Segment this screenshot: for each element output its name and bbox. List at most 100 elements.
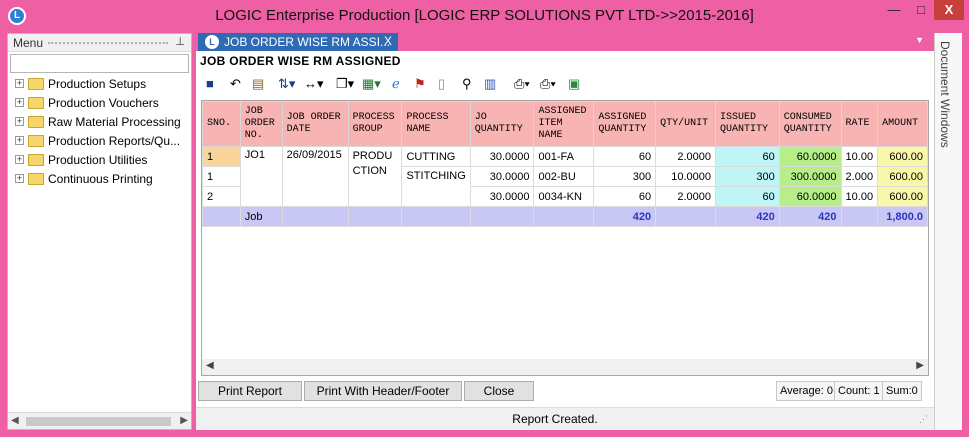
cell-process-group[interactable]: PRODUCTION <box>347 146 403 207</box>
pin-icon[interactable]: ⊥ <box>175 35 185 48</box>
cell-process-name[interactable]: CUTTING <box>401 146 471 167</box>
cell-amount[interactable]: 600.00 <box>877 146 928 167</box>
print-with-header-footer-button[interactable]: Print With Header/Footer <box>304 381 462 401</box>
cell-jo-quantity[interactable]: 30.0000 <box>469 166 535 187</box>
cell-jo-quantity[interactable]: 30.0000 <box>469 186 535 207</box>
cell-assigned-quantity[interactable]: 300 <box>593 166 657 187</box>
expand-icon[interactable]: + <box>15 174 24 184</box>
cell-issued-quantity[interactable]: 300 <box>715 166 780 187</box>
scroll-left-icon[interactable]: ◀ <box>206 360 214 371</box>
col-jo-quantity[interactable]: JO QUANTITY <box>469 101 535 147</box>
minimize-button[interactable]: — <box>880 0 908 20</box>
save-icon[interactable]: ■ <box>206 76 214 92</box>
col-issued-quantity[interactable]: ISSUED QUANTITY <box>715 101 780 147</box>
print-report-button[interactable]: Print Report <box>198 381 302 401</box>
col-sno[interactable]: SNO. <box>202 101 241 147</box>
cell-rate[interactable]: 10.00 <box>840 146 879 167</box>
copy-icon[interactable]: ❐▾ <box>336 76 354 92</box>
cell-item-name[interactable]: 001-FA <box>533 146 595 167</box>
document-windows-label[interactable]: Document Windows <box>938 41 952 148</box>
sort-icon[interactable]: ⇅▾ <box>278 76 295 92</box>
folder-icon <box>28 134 44 147</box>
cell-consumed-quantity[interactable]: 300.0000 <box>778 166 842 187</box>
tree-item-production-setups[interactable]: + Production Setups <box>15 76 146 94</box>
report-grid[interactable]: SNO. JOB ORDER NO. JOB ORDER DATE PROCES… <box>201 100 929 376</box>
blank-page-icon[interactable]: ▯ <box>438 76 445 92</box>
column-width-icon[interactable]: ↔▾ <box>304 76 324 92</box>
cell-amount[interactable]: 600.00 <box>877 186 928 207</box>
drag-handle[interactable] <box>48 42 168 44</box>
cell-assigned-quantity[interactable]: 60 <box>593 146 657 167</box>
tree-item-production-vouchers[interactable]: + Production Vouchers <box>15 95 159 113</box>
chart-icon[interactable]: ▥ <box>484 76 496 92</box>
expand-icon[interactable]: + <box>15 136 24 146</box>
close-window-button[interactable]: X <box>934 0 964 20</box>
scrollbar-thumb[interactable] <box>26 417 171 426</box>
undo-icon[interactable]: ↶ <box>230 76 241 92</box>
cell-qty-unit[interactable]: 2.0000 <box>655 146 717 167</box>
scroll-left-icon[interactable]: ◀ <box>11 415 19 426</box>
col-amount[interactable]: AMOUNT <box>877 101 928 147</box>
grid-horizontal-scrollbar[interactable]: ◀ ▶ <box>202 359 928 375</box>
cell-qty-unit[interactable]: 10.0000 <box>655 166 717 187</box>
cell-rate[interactable]: 10.00 <box>840 186 879 207</box>
col-qty-unit[interactable]: QTY/UNIT <box>655 101 717 147</box>
expand-icon[interactable]: + <box>15 98 24 108</box>
expand-icon[interactable]: + <box>15 155 24 165</box>
find-icon[interactable]: ⚲ <box>462 76 472 92</box>
cell-rate[interactable]: 2.000 <box>840 166 879 187</box>
col-assigned-quantity[interactable]: ASSIGNED QUANTITY <box>593 101 657 147</box>
expand-icon[interactable]: + <box>15 117 24 127</box>
menu-horizontal-scrollbar[interactable]: ◀ ▶ <box>8 412 191 429</box>
tab-close-icon[interactable]: X <box>384 34 392 48</box>
cell-sno[interactable]: 2 <box>202 186 241 207</box>
scroll-right-icon[interactable]: ▶ <box>180 415 188 426</box>
cell-item-name[interactable]: 002-BU <box>533 166 595 187</box>
pdf-icon[interactable]: ⚑ <box>414 76 426 92</box>
cell-process-name[interactable]: STITCHING <box>401 166 471 207</box>
printer-icon[interactable]: ⎙▾ <box>540 76 556 92</box>
cell-job-order-date[interactable]: 26/09/2015 <box>281 146 349 207</box>
cell-issued-quantity[interactable]: 60 <box>715 146 780 167</box>
cell-issued-quantity[interactable]: 60 <box>715 186 780 207</box>
tree-item-label: Raw Material Processing <box>48 114 181 129</box>
cell-sno[interactable]: 1 <box>202 146 241 167</box>
cell-consumed-quantity[interactable]: 60.0000 <box>778 186 842 207</box>
cell-job-order-no[interactable]: JO1 <box>239 146 283 207</box>
col-job-order-date[interactable]: JOB ORDER DATE <box>281 101 349 147</box>
col-process-group[interactable]: PROCESS GROUP <box>347 101 403 147</box>
ie-icon[interactable]: ℯ <box>392 76 400 92</box>
tree-item-production-reports[interactable]: + Production Reports/Qu... <box>15 133 180 151</box>
tree-item-continuous-printing[interactable]: + Continuous Printing <box>15 171 153 189</box>
excel-icon[interactable]: ▦▾ <box>362 76 381 92</box>
expand-icon[interactable]: + <box>15 79 24 89</box>
col-consumed-quantity[interactable]: CONSUMED QUANTITY <box>778 101 842 147</box>
preview-icon[interactable]: ⎙▾ <box>514 76 530 92</box>
col-rate[interactable]: RATE <box>840 101 879 147</box>
scroll-right-icon[interactable]: ▶ <box>916 360 924 371</box>
document-windows-panel[interactable]: Document Windows <box>934 33 962 430</box>
close-button[interactable]: Close <box>464 381 534 401</box>
cell-assigned-quantity[interactable]: 60 <box>593 186 657 207</box>
tab-list-icon[interactable]: ▼ <box>915 35 924 45</box>
tree-item-label: Production Utilities <box>48 152 148 167</box>
cell-qty-unit[interactable]: 2.0000 <box>655 186 717 207</box>
cell-item-name[interactable]: 0034-KN <box>533 186 595 207</box>
cell-amount[interactable]: 600.00 <box>877 166 928 187</box>
cell-consumed-quantity[interactable]: 60.0000 <box>778 146 842 167</box>
tree-item-production-utilities[interactable]: + Production Utilities <box>15 152 147 170</box>
tree-item-raw-material-processing[interactable]: + Raw Material Processing <box>15 114 181 132</box>
export-icon[interactable]: ▣ <box>568 76 580 92</box>
maximize-button[interactable]: □ <box>908 0 934 20</box>
col-job-order-no[interactable]: JOB ORDER NO. <box>239 101 283 147</box>
table-row[interactable]: 1 JO1 26/09/2015 PRODUCTION CUTTING 30.0… <box>202 146 928 207</box>
cell-jo-quantity[interactable]: 30.0000 <box>469 146 535 167</box>
resize-grip-icon[interactable]: ⋰ <box>919 414 928 425</box>
summary-assigned-quantity: 420 <box>593 206 657 227</box>
print-preview-icon[interactable]: ▤ <box>252 76 264 92</box>
cell-sno[interactable]: 1 <box>202 166 241 187</box>
col-assigned-item-name[interactable]: ASSIGNED ITEM NAME <box>533 101 595 147</box>
col-process-name[interactable]: PROCESS NAME <box>401 101 471 147</box>
menu-search-input[interactable] <box>10 54 189 73</box>
tab-job-order-wise-rm-assigned[interactable]: L JOB ORDER WISE RM ASSI... X <box>198 33 398 51</box>
